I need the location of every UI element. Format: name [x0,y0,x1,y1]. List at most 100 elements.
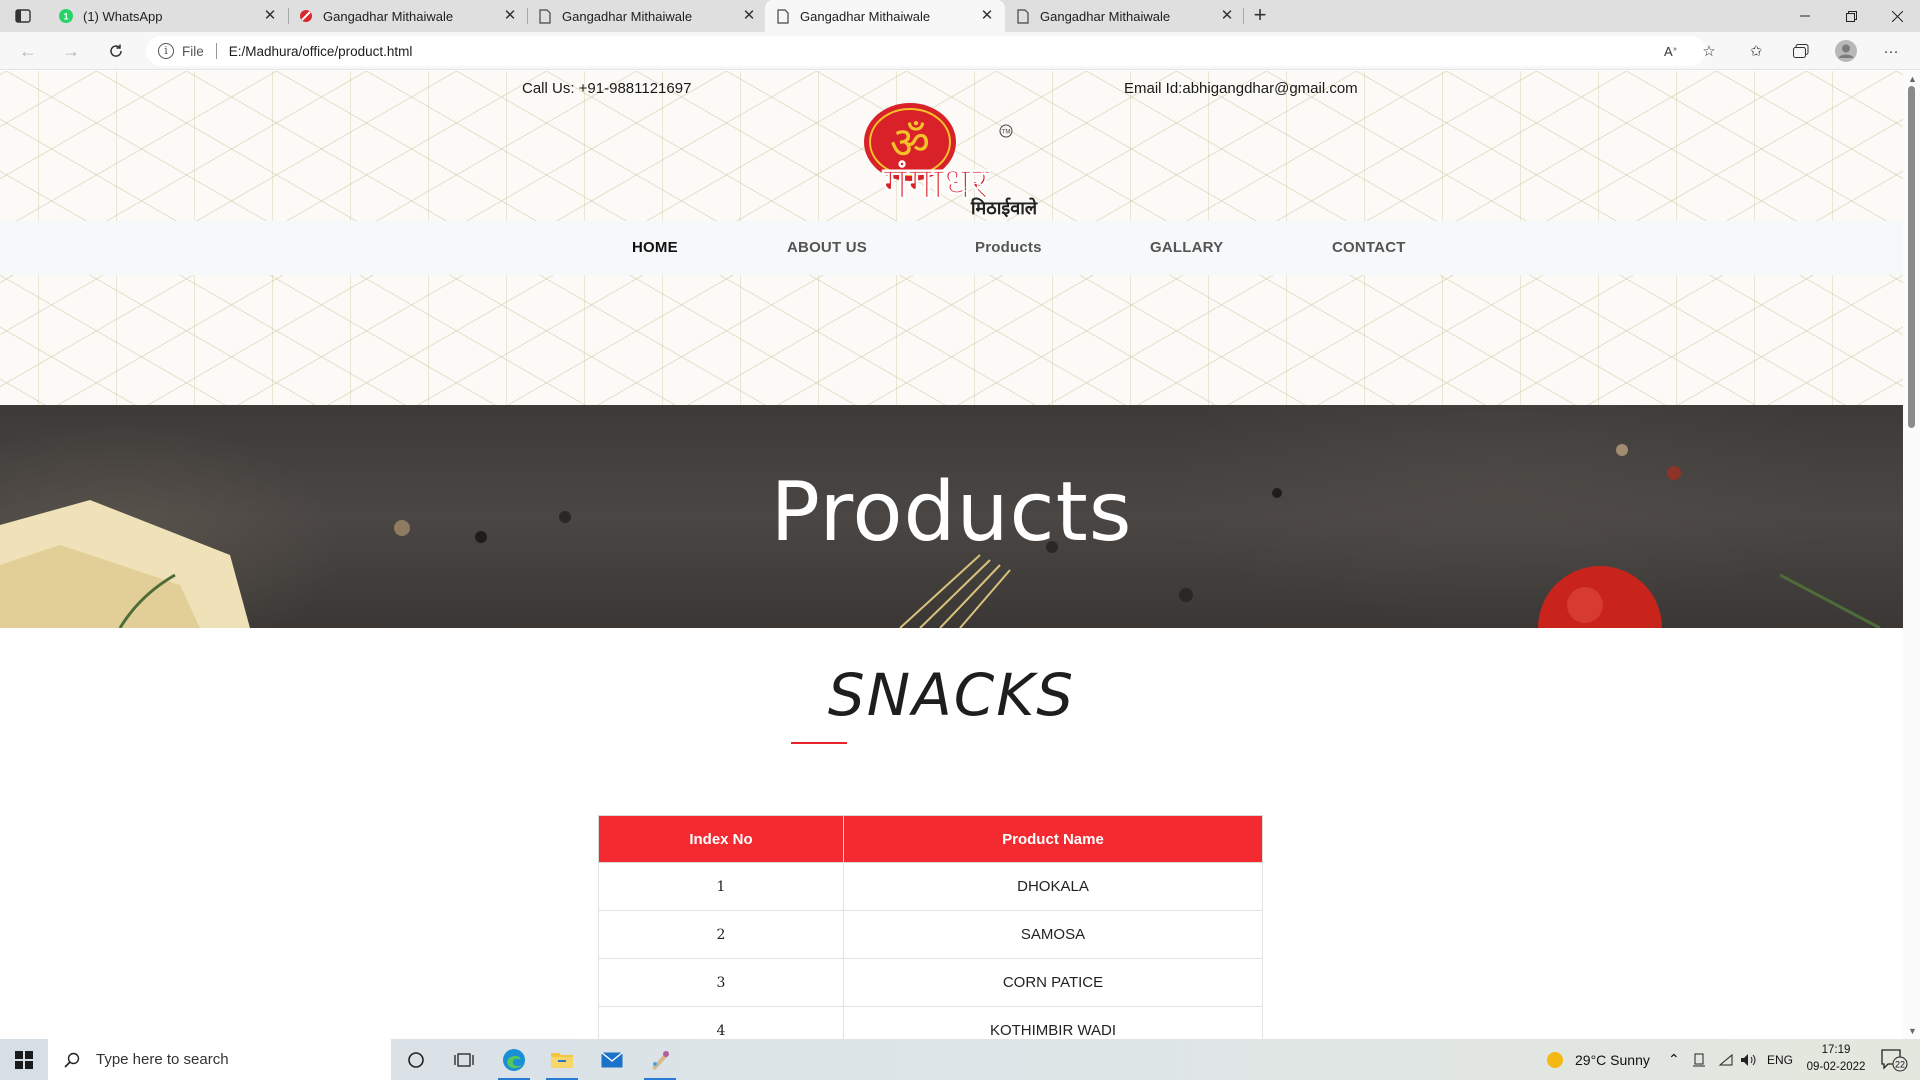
refresh-icon[interactable] [103,39,129,63]
section-title: SNACKS [827,661,1076,729]
tab-title: Gangadhar Mithaiwale [323,8,454,24]
notification-center-icon[interactable]: 22 [1880,1039,1908,1080]
taskbar-search-box[interactable]: Type here to search [48,1039,391,1080]
mail-icon[interactable] [588,1039,636,1080]
index-cell: 2 [598,910,844,959]
page-icon [1015,8,1031,24]
product-name-cell: DHOKALA [843,862,1263,911]
file-explorer-icon[interactable] [538,1039,586,1080]
language-indicator[interactable]: ENG [1767,1039,1793,1080]
svg-text:A: A [1664,44,1673,58]
tab-title: (1) WhatsApp [83,8,163,24]
tab-gangadhar-1[interactable]: Gangadhar Mithaiwale ✕ [288,0,528,32]
url-scheme-label: File [182,43,204,59]
tab-gangadhar-4[interactable]: Gangadhar Mithaiwale ✕ [1005,0,1245,32]
tab-close-icon[interactable]: ✕ [1219,8,1235,24]
weather-widget[interactable]: 29°C Sunny [1545,1039,1650,1080]
table-header-row: Index No Product Name [598,815,1263,863]
scrollbar-thumb[interactable] [1908,86,1915,428]
notification-count: 22 [1895,1059,1905,1069]
nav-home[interactable]: HOME [632,221,678,275]
email-text: Email Id:abhigangdhar@gmail.com [1124,80,1358,97]
tab-title: Gangadhar Mithaiwale [800,8,931,24]
more-options-icon[interactable]: ··· [1880,41,1902,61]
search-placeholder: Type here to search [96,1051,229,1068]
browser-tab-strip: 1 (1) WhatsApp ✕ Gangadhar Mithaiwale ✕ … [0,0,1920,32]
column-header-index: Index No [598,815,844,863]
index-cell: 3 [598,958,844,1007]
table-row: 3 CORN PATICE [598,958,1263,1007]
taskbar-clock[interactable]: 17:19 09-02-2022 [1806,1042,1866,1076]
minimize-icon[interactable] [1782,0,1828,32]
index-cell: 4 [598,1006,844,1039]
tab-whatsapp[interactable]: 1 (1) WhatsApp ✕ [48,0,288,32]
page-scrollbar[interactable]: ▲ ▼ [1903,71,1920,1039]
tab-actions-icon[interactable] [12,6,34,26]
main-navigation: HOME ABOUT US Products GALLARY CONTACT [0,221,1903,275]
logo-subtitle-text: मिठाईवाले [970,197,1038,219]
nav-contact[interactable]: CONTACT [1332,221,1406,275]
url-text: E:/Madhura/office/product.html [228,43,413,59]
tab-close-icon[interactable]: ✕ [979,8,995,24]
table-row: 4 KOTHIMBIR WADI [598,1006,1263,1039]
search-icon [62,1050,82,1070]
read-aloud-icon[interactable]: A» [1661,41,1683,61]
table-row: 2 SAMOSA [598,910,1263,959]
url-divider [215,43,217,59]
svg-text:1: 1 [63,12,68,22]
browser-toolbar: ← → i File E:/Madhura/office/product.htm… [0,32,1920,70]
tab-separator [1243,8,1244,24]
volume-icon[interactable] [1740,1039,1758,1080]
whatsapp-icon: 1 [58,8,74,24]
table-row: 1 DHOKALA [598,862,1263,911]
info-icon[interactable]: i [158,43,174,59]
close-window-icon[interactable] [1874,0,1920,32]
back-icon[interactable]: ← [15,39,41,63]
logo-tm-mark: TM [1002,130,1011,136]
tab-gangadhar-2[interactable]: Gangadhar Mithaiwale ✕ [527,0,767,32]
show-hidden-icons-icon[interactable]: ⌃ [1668,1039,1680,1080]
tab-close-icon[interactable]: ✕ [741,8,757,24]
collections-icon[interactable] [1790,41,1812,61]
network-icon[interactable] [1718,1039,1734,1080]
add-favorite-icon[interactable]: ☆ [1698,41,1720,61]
product-name-cell: CORN PATICE [843,958,1263,1007]
windows-taskbar: Type here to search 29°C Sunny ⌃ ENG 17:… [0,1039,1920,1080]
forward-icon[interactable]: → [58,39,84,63]
address-bar[interactable]: i File E:/Madhura/office/product.html [146,36,1706,66]
tab-close-icon[interactable]: ✕ [262,8,278,24]
new-tab-icon[interactable]: + [1248,4,1272,28]
cortana-icon[interactable] [392,1039,440,1080]
product-name-cell: SAMOSA [843,910,1263,959]
edge-browser-icon[interactable] [490,1039,538,1080]
sun-icon [1547,1051,1563,1068]
profile-avatar-icon[interactable] [1835,40,1857,62]
page-icon [775,8,791,24]
site-logo[interactable]: ॐ गंगाधर मिठाईवाले TM [858,98,1046,222]
tab-close-icon[interactable]: ✕ [502,8,518,24]
banner-title: Products [770,465,1133,560]
task-view-icon[interactable] [440,1039,488,1080]
nav-about-us[interactable]: ABOUT US [787,221,867,275]
section-title-underline [791,742,847,744]
nav-products[interactable]: Products [975,221,1042,275]
paint-app-icon[interactable] [636,1039,684,1080]
scroll-up-icon[interactable]: ▲ [1908,74,1917,84]
tab-title: Gangadhar Mithaiwale [562,8,693,24]
site-logo-icon [298,8,314,24]
tab-gangadhar-active[interactable]: Gangadhar Mithaiwale ✕ [765,0,1005,32]
windows-start-icon[interactable] [0,1039,48,1080]
product-name-cell: KOTHIMBIR WADI [843,1006,1263,1039]
clock-date: 09-02-2022 [1806,1061,1866,1073]
favorites-icon[interactable]: ✩ [1745,41,1767,61]
scroll-down-icon[interactable]: ▼ [1908,1026,1917,1036]
nav-gallery[interactable]: GALLARY [1150,221,1223,275]
device-icon[interactable] [1692,1039,1706,1080]
restore-icon[interactable] [1828,0,1874,32]
call-us-text: Call Us: +91-9881121697 [522,80,692,97]
weather-text: 29°C Sunny [1575,1051,1650,1068]
svg-text:»: » [1673,46,1677,53]
page-viewport: Call Us: +91-9881121697 Email Id:abhigan… [0,71,1920,1039]
column-header-product-name: Product Name [843,815,1263,863]
page-icon [537,8,553,24]
